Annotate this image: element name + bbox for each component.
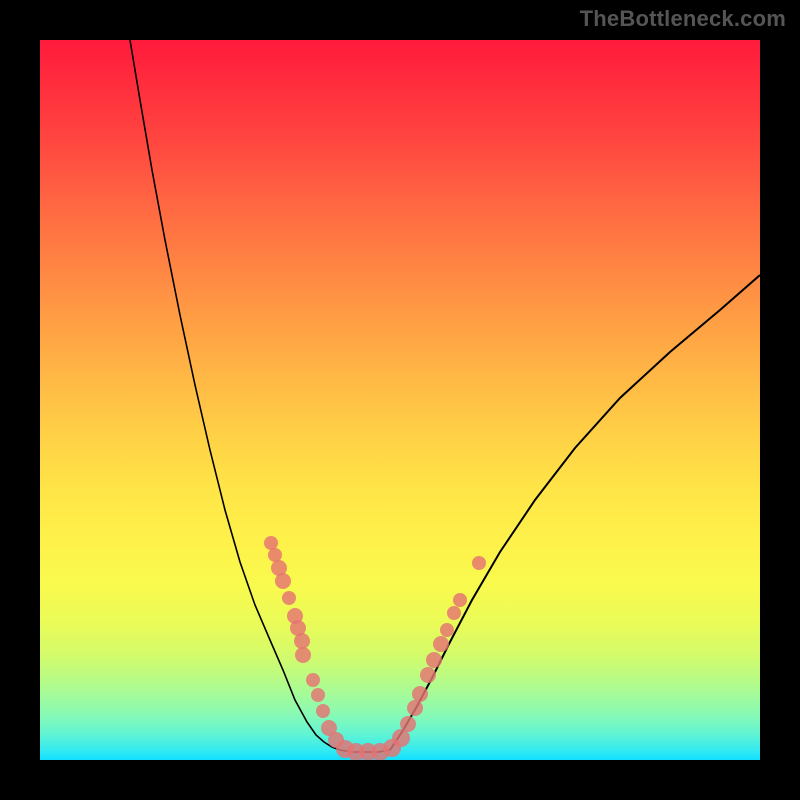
data-marker	[420, 667, 436, 683]
data-marker	[311, 688, 325, 702]
data-marker	[275, 573, 291, 589]
data-marker	[426, 652, 442, 668]
chart-frame: TheBottleneck.com	[0, 0, 800, 800]
data-marker	[453, 593, 467, 607]
data-marker	[447, 606, 461, 620]
data-marker	[433, 636, 449, 652]
data-marker	[407, 700, 423, 716]
data-marker	[412, 686, 428, 702]
watermark-text: TheBottleneck.com	[580, 6, 786, 32]
data-marker	[294, 633, 310, 649]
data-marker	[400, 716, 416, 732]
series-right-curve	[390, 275, 760, 750]
data-marker	[472, 556, 486, 570]
data-marker	[440, 623, 454, 637]
plot-svg	[40, 40, 760, 760]
data-marker	[282, 591, 296, 605]
data-marker	[268, 548, 282, 562]
data-marker	[316, 704, 330, 718]
plot-area	[40, 40, 760, 760]
data-marker	[306, 673, 320, 687]
data-marker	[264, 536, 278, 550]
data-marker	[295, 647, 311, 663]
